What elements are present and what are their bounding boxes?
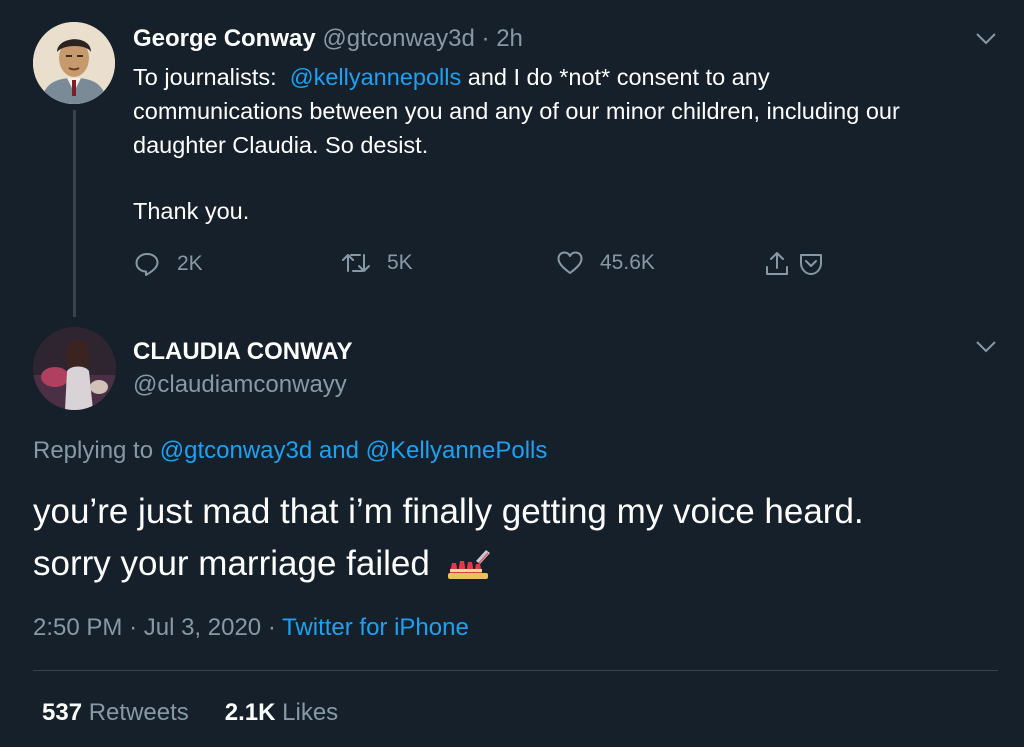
tweet-stats: 537 Retweets 2.1K Likes [42, 699, 338, 727]
like-stat-label: Likes [282, 699, 339, 726]
share-icon [766, 252, 788, 275]
share-button[interactable] [763, 250, 825, 278]
tweet-text-line1-suffix: and I do *not* consent to any [467, 64, 770, 90]
avatar-illustration-icon [33, 22, 115, 104]
tweet-text-line1-prefix: To journalists: [133, 64, 277, 90]
author-handle[interactable]: @claudiamconwayy [133, 371, 347, 399]
avatar[interactable] [33, 327, 116, 410]
like-total: 2.1K [224, 699, 276, 726]
retweet-total: 537 [42, 699, 83, 726]
like-count: 45.6K [600, 251, 655, 274]
retweet-icon [342, 254, 370, 272]
author-name[interactable]: CLAUDIA CONWAY [133, 338, 353, 366]
replying-user-link[interactable]: @gtconway3d [160, 437, 312, 464]
retweet-button[interactable]: 5K [341, 250, 413, 276]
replying-and: and [318, 437, 359, 464]
tweet-text: you’re just mad that i’m finally getting… [33, 486, 993, 596]
author-handle[interactable]: @gtconway3d [322, 25, 474, 52]
chevron-down-icon[interactable] [975, 340, 997, 354]
replying-label: Replying to [33, 437, 154, 464]
reply-button[interactable]: 2K [133, 250, 203, 278]
divider [33, 670, 998, 671]
mention-link[interactable]: @kellyannepolls [290, 64, 461, 90]
like-button[interactable]: 45.6K [556, 250, 655, 276]
tweet-text-line2: sorry your marriage failed [33, 544, 430, 583]
header-separator: · [481, 25, 490, 52]
tweet-time[interactable]: 2:50 PM [33, 614, 122, 641]
tweet-source-link[interactable]: Twitter for iPhone [282, 614, 469, 641]
avatar[interactable] [33, 22, 115, 104]
tweet-text-line3: daughter Claudia. So desist. [133, 132, 429, 158]
tweet-header: George Conway @gtconway3d · 2h [133, 25, 523, 53]
replying-to-line: Replying to @gtconway3d and @KellyannePo… [33, 437, 547, 465]
pocket-icon[interactable] [797, 250, 825, 278]
reply-icon [135, 253, 159, 276]
tweet-time[interactable]: 2h [496, 25, 523, 52]
tweet-text-line2: communications between you and any of ou… [133, 98, 900, 124]
meta-separator: · [267, 614, 276, 641]
thread-connector-line [73, 110, 76, 317]
replying-user-link[interactable]: @KellyannePolls [366, 437, 548, 464]
lipstick-icon [446, 544, 494, 596]
retweets-stat[interactable]: 537 Retweets [42, 699, 189, 727]
chevron-down-icon[interactable] [975, 32, 997, 46]
tweet-meta: 2:50 PM · Jul 3, 2020 · Twitter for iPho… [33, 614, 469, 642]
avatar-photo-icon [33, 327, 116, 410]
reply-count: 2K [177, 252, 203, 275]
retweet-stat-label: Retweets [88, 699, 189, 726]
likes-stat[interactable]: 2.1K Likes [225, 699, 338, 727]
tweet-actions: 2K 5K 45.6K [133, 250, 853, 282]
tweet-text-line4: Thank you. [133, 198, 250, 224]
tweet-text-line1: you’re just mad that i’m finally getting… [33, 492, 864, 531]
author-name[interactable]: George Conway [133, 25, 316, 52]
retweet-count: 5K [387, 251, 413, 274]
heart-icon [557, 251, 583, 274]
meta-separator: · [129, 614, 138, 641]
tweet-text: To journalists: @kellyannepolls and I do… [133, 60, 1013, 228]
parent-tweet: George Conway @gtconway3d · 2h To journa… [0, 0, 1024, 320]
tweet-date[interactable]: Jul 3, 2020 [144, 614, 261, 641]
